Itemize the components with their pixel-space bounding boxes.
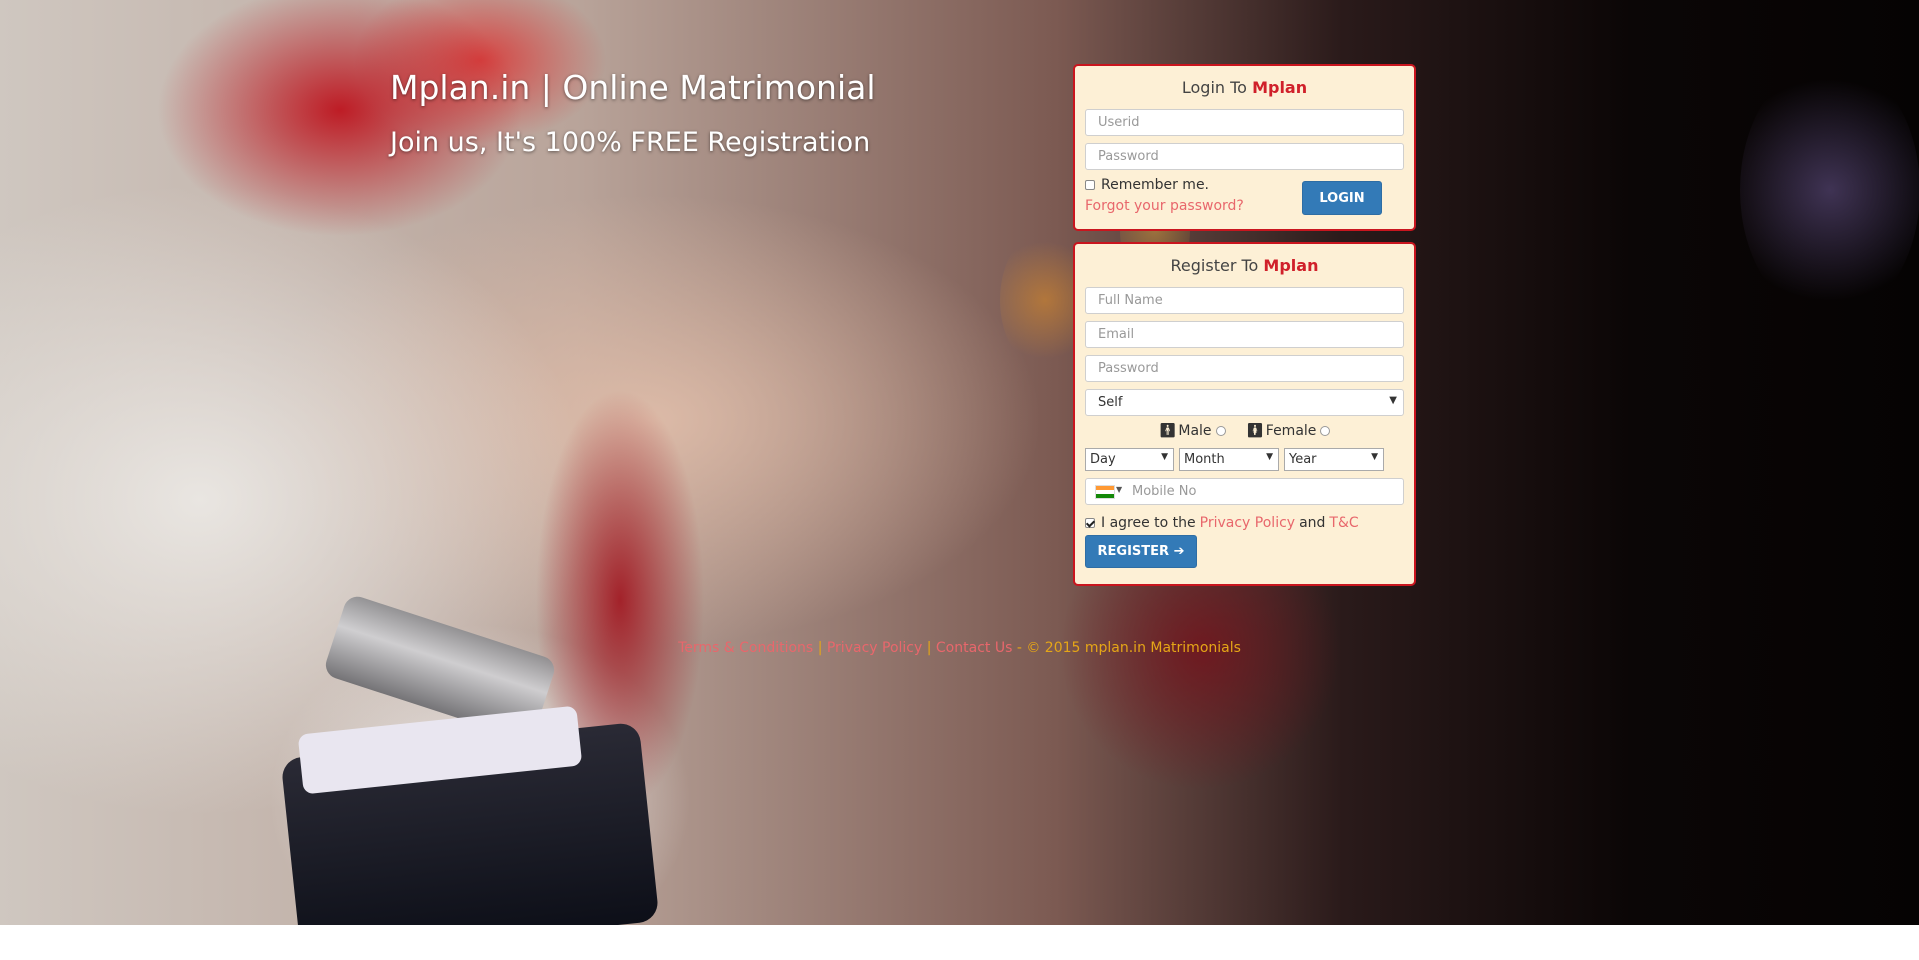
- agree-checkbox[interactable]: [1085, 518, 1095, 528]
- date-of-birth: Day ▼ Month ▼ Year ▼: [1085, 448, 1404, 471]
- login-title-brand: Mplan: [1252, 78, 1308, 97]
- flag-stripe: [1096, 494, 1114, 498]
- dob-year-value: Year: [1289, 452, 1317, 467]
- register-panel: Register To Mplan Self ▼ 🚹︎ Male 🚺︎ Fema…: [1073, 242, 1416, 586]
- gender-female-option[interactable]: 🚺︎ Female: [1246, 423, 1331, 439]
- mobile-input[interactable]: [1085, 478, 1404, 505]
- gender-male-option[interactable]: 🚹︎ Male: [1159, 423, 1226, 439]
- gender-male-radio[interactable]: [1215, 426, 1226, 436]
- india-flag-icon[interactable]: [1095, 485, 1115, 499]
- dob-month-value: Month: [1184, 452, 1225, 467]
- fullname-input[interactable]: [1085, 287, 1404, 314]
- agree-prefix: I agree to the: [1101, 515, 1196, 531]
- login-panel: Login To Mplan Remember me. Forgot your …: [1073, 64, 1416, 231]
- background-photo: [0, 0, 1919, 925]
- dob-day-select[interactable]: Day ▼: [1085, 448, 1174, 471]
- login-button[interactable]: LOGIN: [1302, 181, 1382, 215]
- agree-terms: I agree to the Privacy Policy and T&C: [1085, 515, 1404, 531]
- tc-link[interactable]: T&C: [1329, 515, 1358, 531]
- login-password-input[interactable]: [1085, 143, 1404, 170]
- footer-copyright: - © 2015 mplan.in Matrimonials: [1016, 640, 1241, 656]
- gender-female-label: Female: [1265, 423, 1317, 439]
- footer-privacy-link[interactable]: Privacy Policy: [827, 640, 922, 656]
- footer-terms-link[interactable]: Terms & Conditions: [678, 640, 813, 656]
- footer-separator: |: [817, 640, 823, 656]
- profile-for-value: Self: [1098, 395, 1123, 410]
- male-icon: 🚹︎: [1158, 423, 1177, 439]
- footer: Terms & Conditions | Privacy Policy | Co…: [0, 640, 1919, 656]
- footer-separator: |: [926, 640, 932, 656]
- chevron-down-icon: ▼: [1161, 452, 1168, 462]
- site-title: Mplan.in | Online Matrimonial: [390, 68, 876, 107]
- background-bokeh: [1740, 60, 1919, 320]
- register-title-text: Register To: [1170, 256, 1259, 275]
- sign-in-icon: ➔: [1173, 544, 1185, 559]
- dob-day-value: Day: [1090, 452, 1116, 467]
- dob-month-select[interactable]: Month ▼: [1179, 448, 1279, 471]
- profile-for-select[interactable]: Self ▼: [1085, 389, 1404, 416]
- gender-group: 🚹︎ Male 🚺︎ Female: [1085, 423, 1404, 439]
- email-input[interactable]: [1085, 321, 1404, 348]
- login-title-text: Login To: [1181, 78, 1247, 97]
- gender-female-radio[interactable]: [1320, 426, 1331, 436]
- register-title: Register To Mplan: [1085, 256, 1404, 275]
- register-title-brand: Mplan: [1263, 256, 1319, 275]
- footer-contact-link[interactable]: Contact Us: [936, 640, 1012, 656]
- register-button[interactable]: REGISTER ➔: [1085, 535, 1197, 568]
- agree-and: and: [1299, 515, 1326, 531]
- chevron-down-icon: ▼: [1266, 452, 1273, 462]
- login-title: Login To Mplan: [1085, 78, 1404, 97]
- hero: Mplan.in | Online Matrimonial Join us, I…: [390, 68, 876, 158]
- register-password-input[interactable]: [1085, 355, 1404, 382]
- site-subtitle: Join us, It's 100% FREE Registration: [390, 127, 871, 158]
- userid-input[interactable]: [1085, 109, 1404, 136]
- remember-label: Remember me.: [1101, 177, 1210, 193]
- country-caret-icon[interactable]: ▼: [1116, 485, 1122, 494]
- privacy-policy-link[interactable]: Privacy Policy: [1200, 515, 1295, 531]
- female-icon: 🚺︎: [1246, 423, 1264, 439]
- remember-checkbox[interactable]: [1085, 180, 1095, 190]
- mobile-field: ▼: [1085, 478, 1404, 512]
- dob-year-select[interactable]: Year ▼: [1284, 448, 1384, 471]
- register-button-label: REGISTER: [1097, 544, 1170, 559]
- chevron-down-icon: ▼: [1371, 452, 1378, 462]
- forgot-password-link[interactable]: Forgot your password?: [1085, 198, 1244, 214]
- gender-male-label: Male: [1178, 423, 1212, 439]
- chevron-down-icon: ▼: [1389, 395, 1397, 406]
